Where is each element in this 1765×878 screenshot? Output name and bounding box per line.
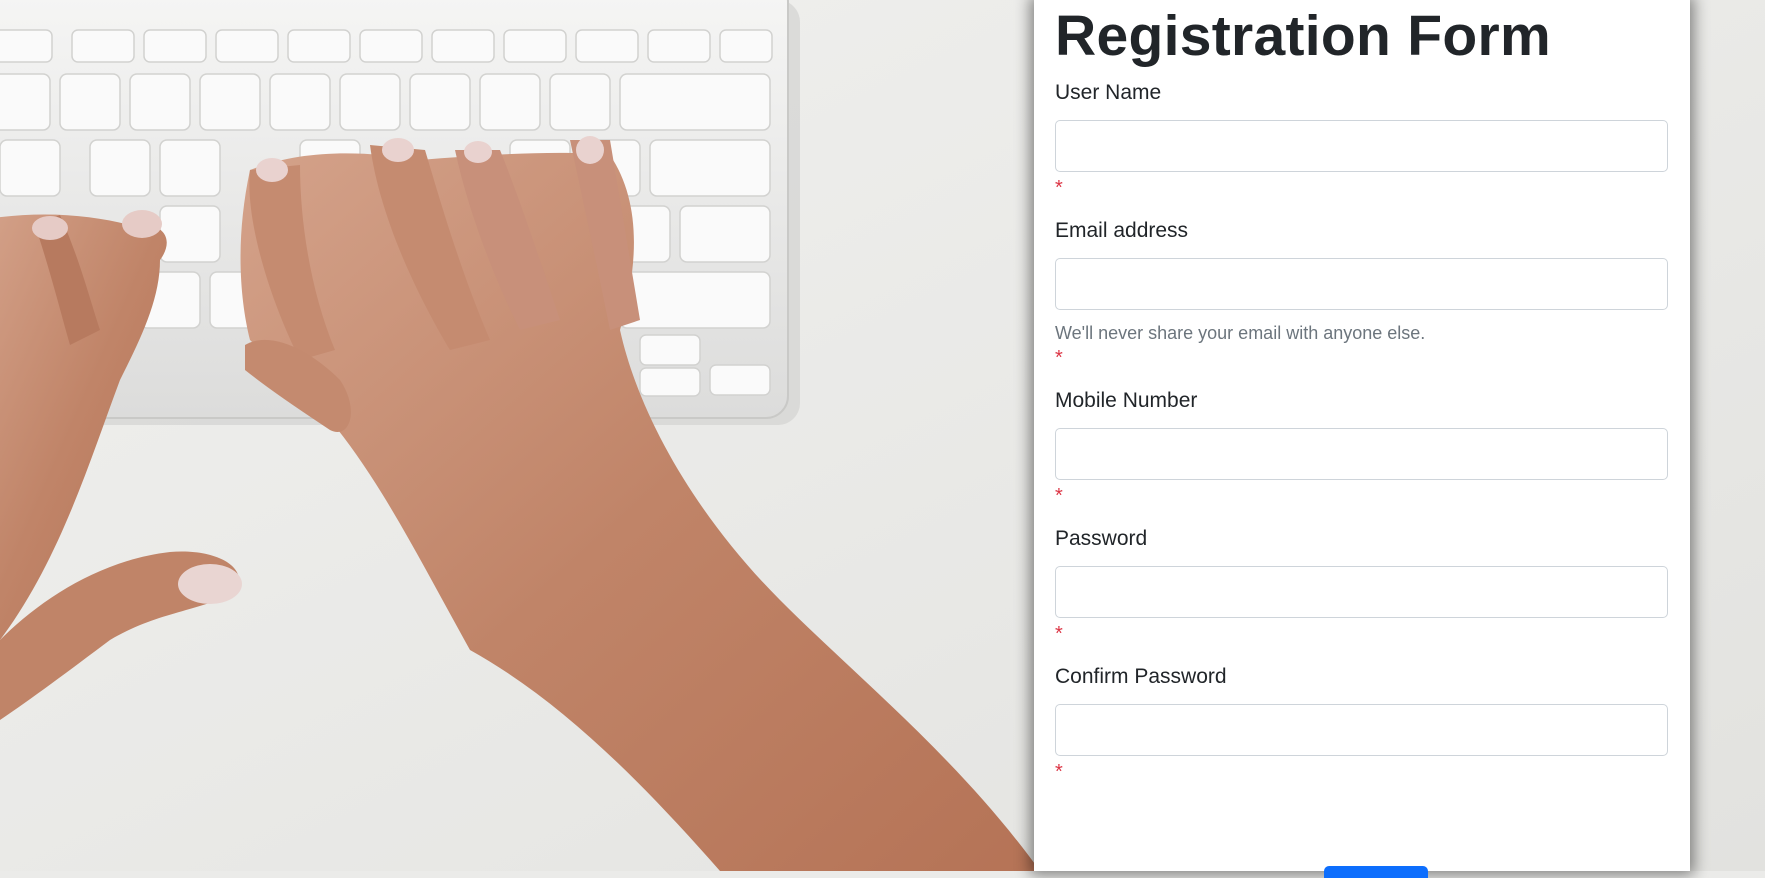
required-indicator: * [1055,347,1063,369]
mobile-number-input[interactable] [1055,428,1668,480]
confirm-password-label: Confirm Password [1055,665,1227,688]
field-mobile-number: Mobile Number * [1055,388,1669,508]
field-user-name: User Name * [1055,80,1669,200]
form-title: Registration Form [1055,4,1551,68]
required-indicator: * [1055,177,1063,199]
field-confirm-password: Confirm Password * [1055,664,1669,784]
required-indicator: * [1055,761,1063,783]
password-label: Password [1055,527,1148,550]
required-indicator: * [1055,485,1063,507]
required-indicator: * [1055,623,1063,645]
email-input[interactable] [1055,258,1668,310]
submit-button[interactable] [1324,866,1428,878]
confirm-password-input[interactable] [1055,704,1668,756]
field-email: Email address We'll never share your ema… [1055,218,1669,370]
email-help-text: We'll never share your email with anyone… [1055,323,1426,343]
password-input[interactable] [1055,566,1668,618]
user-name-label: User Name [1055,81,1162,104]
registration-form: Registration Form User Name * Email addr… [1034,0,1690,878]
email-label: Email address [1055,219,1189,242]
user-name-input[interactable] [1055,120,1668,172]
mobile-number-label: Mobile Number [1055,389,1198,412]
field-password: Password * [1055,526,1669,646]
